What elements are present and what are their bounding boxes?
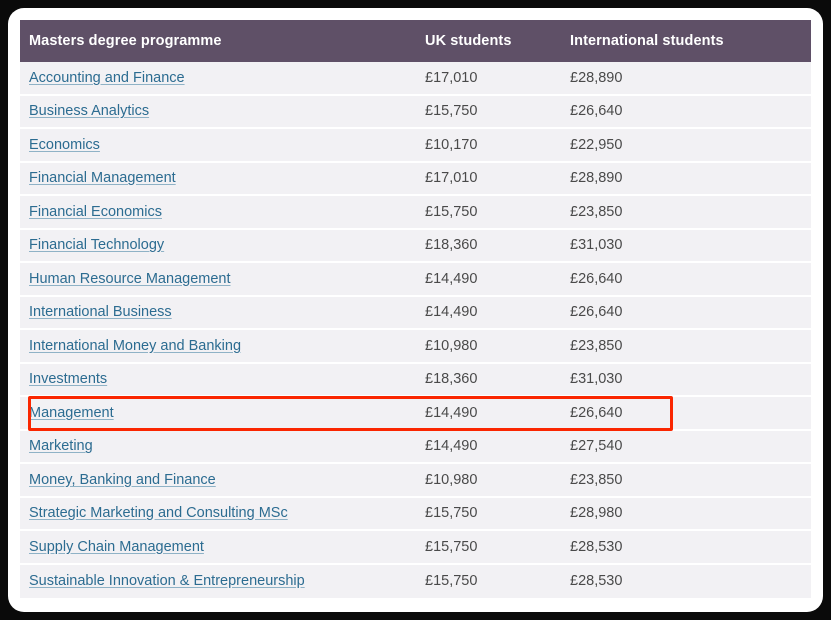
programme-link[interactable]: Financial Technology — [29, 237, 164, 253]
programme-link[interactable]: Human Resource Management — [29, 271, 231, 287]
cell-programme: Money, Banking and Finance — [20, 464, 425, 498]
programme-link[interactable]: Supply Chain Management — [29, 539, 204, 555]
table-row: Accounting and Finance £17,010 £28,890 — [20, 62, 811, 96]
programme-link[interactable]: Accounting and Finance — [29, 70, 185, 86]
programme-link[interactable]: Economics — [29, 137, 100, 153]
table-row: Sustainable Innovation & Entrepreneurshi… — [20, 564, 811, 598]
cell-uk-fee: £15,750 — [425, 564, 570, 598]
column-header-programme: Masters degree programme — [20, 20, 425, 62]
cell-uk-fee: £15,750 — [425, 95, 570, 129]
cell-international-fee: £23,850 — [570, 196, 811, 230]
cell-uk-fee: £15,750 — [425, 196, 570, 230]
cell-international-fee: £31,030 — [570, 229, 811, 263]
cell-programme: Marketing — [20, 430, 425, 464]
table-row: Supply Chain Management £15,750 £28,530 — [20, 531, 811, 565]
table-row: Financial Management £17,010 £28,890 — [20, 162, 811, 196]
cell-programme: Financial Management — [20, 162, 425, 196]
cell-programme: Human Resource Management — [20, 263, 425, 297]
table-row: Money, Banking and Finance £10,980 £23,850 — [20, 464, 811, 498]
cell-international-fee: £28,890 — [570, 62, 811, 96]
programme-link[interactable]: Marketing — [29, 438, 93, 454]
cell-programme: Strategic Marketing and Consulting MSc — [20, 497, 425, 531]
cell-programme: Sustainable Innovation & Entrepreneurshi… — [20, 564, 425, 598]
cell-international-fee: £26,640 — [570, 397, 811, 431]
column-header-uk-students: UK students — [425, 20, 570, 62]
table-body: Accounting and Finance £17,010 £28,890 Busi… — [20, 62, 811, 598]
cell-uk-fee: £17,010 — [425, 162, 570, 196]
fees-table-container: Masters degree programme UK students Int… — [20, 20, 811, 600]
cell-international-fee: £31,030 — [570, 363, 811, 397]
cell-programme: International Business — [20, 296, 425, 330]
cell-international-fee: £28,980 — [570, 497, 811, 531]
cell-international-fee: £28,530 — [570, 564, 811, 598]
table-row: International Money and Banking £10,980 £2… — [20, 330, 811, 364]
cell-international-fee: £26,640 — [570, 263, 811, 297]
table-row: Business Analytics £15,750 £26,640 — [20, 95, 811, 129]
table-row: Economics £10,170 £22,950 — [20, 129, 811, 163]
cell-programme: Financial Technology — [20, 229, 425, 263]
table-row: Strategic Marketing and Consulting MSc £1… — [20, 497, 811, 531]
cell-uk-fee: £15,750 — [425, 531, 570, 565]
cell-uk-fee: £15,750 — [425, 497, 570, 531]
cell-uk-fee: £10,170 — [425, 129, 570, 163]
cell-programme: Financial Economics — [20, 196, 425, 230]
cell-international-fee: £28,890 — [570, 162, 811, 196]
cell-programme: Investments — [20, 363, 425, 397]
programme-link[interactable]: International Money and Banking — [29, 338, 241, 354]
programme-link[interactable]: Business Analytics — [29, 103, 149, 119]
programme-link[interactable]: Management — [29, 405, 114, 421]
fees-card: Masters degree programme UK students Int… — [8, 8, 823, 612]
programme-link[interactable]: Sustainable Innovation & Entrepreneurshi… — [29, 573, 305, 589]
column-header-international-students: International students — [570, 20, 811, 62]
cell-international-fee: £28,530 — [570, 531, 811, 565]
table-row: Financial Economics £15,750 £23,850 — [20, 196, 811, 230]
table-header: Masters degree programme UK students Int… — [20, 20, 811, 62]
cell-international-fee: £26,640 — [570, 296, 811, 330]
cell-uk-fee: £14,490 — [425, 296, 570, 330]
cell-international-fee: £23,850 — [570, 330, 811, 364]
table-row: Management £14,490 £26,640 — [20, 397, 811, 431]
programme-link[interactable]: Investments — [29, 371, 107, 387]
cell-programme: International Money and Banking — [20, 330, 425, 364]
cell-international-fee: £22,950 — [570, 129, 811, 163]
table-row: Marketing £14,490 £27,540 — [20, 430, 811, 464]
cell-uk-fee: £10,980 — [425, 330, 570, 364]
cell-uk-fee: £17,010 — [425, 62, 570, 96]
cell-international-fee: £26,640 — [570, 95, 811, 129]
table-row: Financial Technology £18,360 £31,030 — [20, 229, 811, 263]
table-row: Human Resource Management £14,490 £26,640 — [20, 263, 811, 297]
cell-international-fee: £23,850 — [570, 464, 811, 498]
cell-uk-fee: £14,490 — [425, 397, 570, 431]
cell-programme: Supply Chain Management — [20, 531, 425, 565]
cell-uk-fee: £18,360 — [425, 229, 570, 263]
cell-international-fee: £27,540 — [570, 430, 811, 464]
table-row: International Business £14,490 £26,640 — [20, 296, 811, 330]
programme-link[interactable]: Financial Management — [29, 170, 176, 186]
cell-programme: Management — [20, 397, 425, 431]
table-row: Investments £18,360 £31,030 — [20, 363, 811, 397]
cell-programme: Business Analytics — [20, 95, 425, 129]
table-header-row: Masters degree programme UK students Int… — [20, 20, 811, 62]
programme-link[interactable]: Money, Banking and Finance — [29, 472, 216, 488]
cell-uk-fee: £14,490 — [425, 263, 570, 297]
programme-link[interactable]: Financial Economics — [29, 204, 162, 220]
cell-programme: Economics — [20, 129, 425, 163]
cell-programme: Accounting and Finance — [20, 62, 425, 96]
programme-link[interactable]: Strategic Marketing and Consulting MSc — [29, 505, 288, 521]
programme-link[interactable]: International Business — [29, 304, 172, 320]
cell-uk-fee: £18,360 — [425, 363, 570, 397]
cell-uk-fee: £10,980 — [425, 464, 570, 498]
cell-uk-fee: £14,490 — [425, 430, 570, 464]
masters-fees-table: Masters degree programme UK students Int… — [20, 20, 811, 598]
